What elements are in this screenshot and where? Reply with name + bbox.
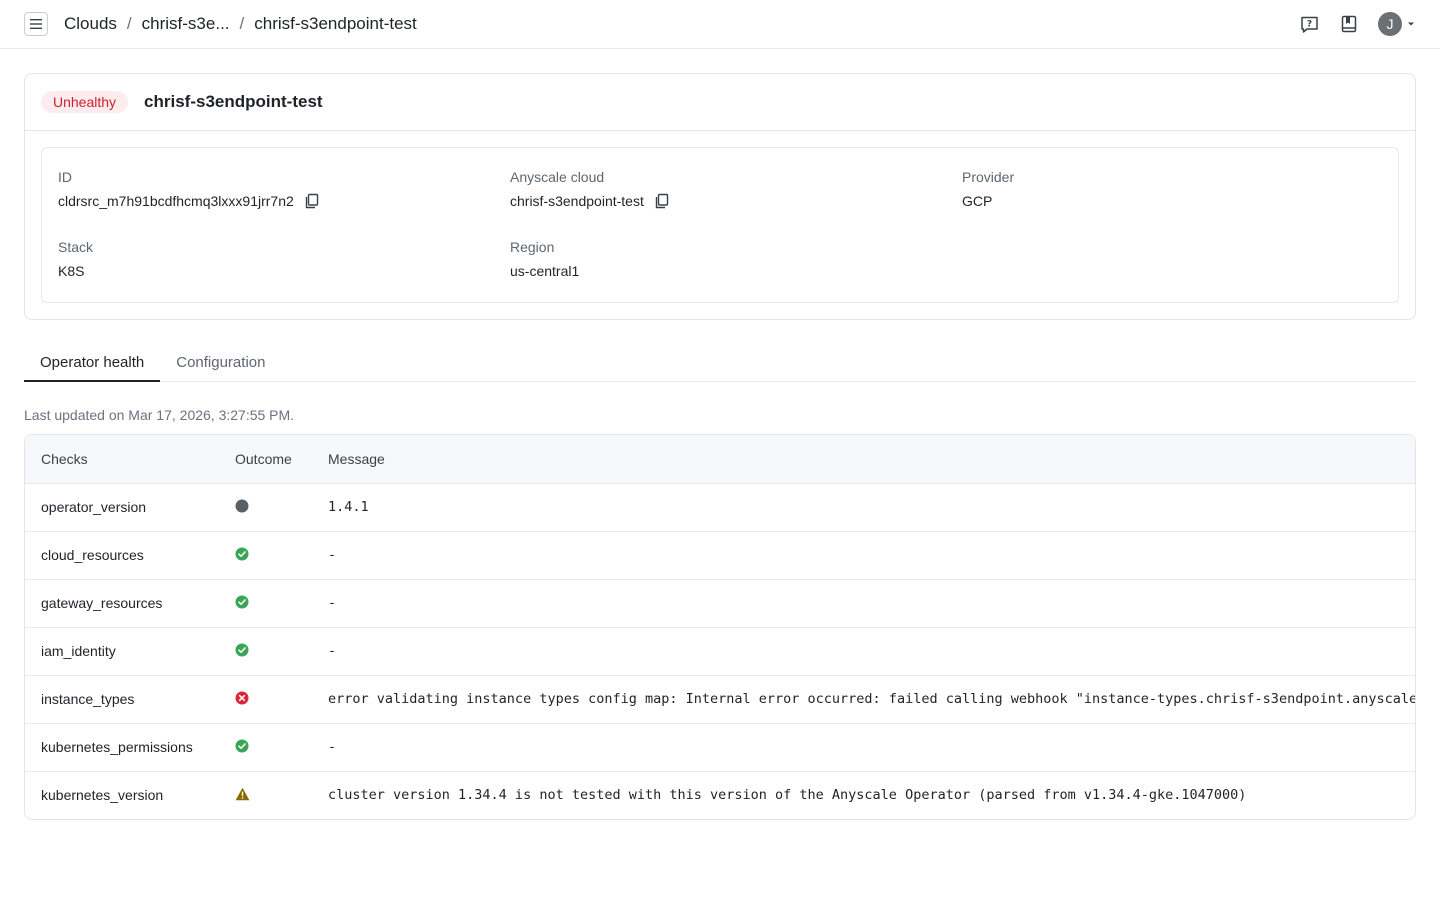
book-icon [1341, 15, 1357, 33]
outcome-cell [219, 627, 312, 676]
top-actions: ? J [1298, 12, 1416, 36]
column-header-checks: Checks [25, 435, 219, 484]
help-chat-icon: ? [1300, 16, 1318, 33]
check-message: cluster version 1.34.4 is not tested wit… [328, 787, 1247, 804]
table-row: operator_version 1.4.1 [25, 483, 1415, 532]
table-row: instance_types error validating instance … [25, 675, 1415, 724]
check-message: - [312, 723, 1415, 772]
docs-button[interactable] [1338, 13, 1360, 35]
stack-field: Stack K8S [58, 239, 93, 279]
breadcrumb: Clouds / chrisf-s3e... / chrisf-s3endpoi… [64, 13, 417, 35]
provider-field: Provider GCP [962, 169, 1014, 209]
card-header: Unhealthy chrisf-s3endpoint-test [25, 74, 1415, 131]
cloud-field: Anyscale cloud chrisf-s3endpoint-test [510, 169, 670, 209]
provider-label: Provider [962, 169, 1015, 185]
check-message: - [312, 627, 1415, 676]
cloud-value-row: chrisf-s3endpoint-test [510, 193, 670, 209]
table-row: gateway_resources - [25, 579, 1415, 628]
breadcrumb-cloud[interactable]: chrisf-s3e... [142, 14, 230, 34]
table-row: cloud_resources - [25, 531, 1415, 580]
provider-value: GCP [962, 193, 993, 209]
check-name: cloud_resources [25, 531, 219, 580]
breadcrumb-separator: / [126, 14, 132, 33]
details-panel: ID cldrsrc_m7h91bcdfhcmq3lxxx91jrr7n2 An… [41, 147, 1399, 303]
last-updated-text: Last updated on Mar 17, 2026, 3:27:55 PM… [24, 407, 295, 423]
id-value: cldrsrc_m7h91bcdfhcmq3lxxx91jrr7n2 [58, 193, 294, 209]
id-value-row: cldrsrc_m7h91bcdfhcmq3lxxx91jrr7n2 [58, 193, 320, 209]
cloud-value: chrisf-s3endpoint-test [510, 193, 644, 209]
check-message: error validating instance types config m… [312, 675, 1415, 724]
check-message: - [312, 531, 1415, 580]
stack-value: K8S [58, 263, 85, 279]
breadcrumb-current: chrisf-s3endpoint-test [254, 14, 417, 33]
region-value: us-central1 [510, 263, 580, 279]
check-circle-icon [235, 643, 249, 657]
copy-icon [305, 193, 318, 209]
health-checks-table: Checks Outcome Message operator_version 1… [24, 434, 1416, 820]
region-field: Region us-central1 [510, 239, 579, 279]
table-row: kubernetes_permissions - [25, 723, 1415, 772]
outcome-cell [219, 771, 312, 819]
stack-label: Stack [58, 239, 94, 255]
breadcrumb-clouds[interactable]: Clouds [64, 14, 117, 34]
outcome-cell [219, 531, 312, 580]
top-bar: Clouds / chrisf-s3e... / chrisf-s3endpoi… [0, 0, 1440, 49]
check-name: kubernetes_version [41, 787, 164, 804]
tab-operator-health[interactable]: Operator health [24, 344, 161, 382]
copy-cloud-button[interactable] [654, 193, 670, 209]
error-circle-icon [235, 691, 249, 705]
table-row: iam_identity - [25, 627, 1415, 676]
column-header-outcome: Outcome [219, 435, 312, 484]
check-circle-icon [235, 739, 249, 753]
check-name: instance_types [25, 675, 219, 724]
check-circle-icon [235, 547, 249, 561]
help-button[interactable]: ? [1298, 13, 1320, 35]
tab-configuration[interactable]: Configuration [160, 344, 281, 382]
cloud-label: Anyscale cloud [510, 169, 605, 185]
table-row: kubernetes_version cluster version 1.34.4… [25, 771, 1415, 819]
column-header-message: Message [312, 435, 1415, 484]
user-menu[interactable]: J [1378, 12, 1416, 36]
breadcrumb-separator: / [239, 14, 245, 33]
check-message: 1.4.1 [312, 483, 1415, 532]
copy-id-button[interactable] [304, 193, 320, 209]
id-label: ID [58, 169, 72, 185]
svg-text:?: ? [1306, 19, 1311, 29]
tab-bar: Operator health Configuration [24, 344, 1416, 382]
id-field: ID cldrsrc_m7h91bcdfhcmq3lxxx91jrr7n2 [58, 169, 320, 209]
check-circle-icon [235, 595, 249, 609]
check-name: iam_identity [25, 627, 219, 676]
page-title: chrisf-s3endpoint-test [144, 92, 323, 111]
check-message: - [312, 579, 1415, 628]
outcome-cell [219, 723, 312, 772]
outcome-cell [219, 579, 312, 628]
check-name: operator_version [25, 483, 219, 532]
cloud-resource-card: Unhealthy chrisf-s3endpoint-test ID cldr… [24, 73, 1416, 320]
avatar: J [1378, 12, 1402, 36]
copy-icon [655, 193, 669, 209]
check-name: gateway_resources [25, 579, 219, 628]
menu-toggle-button[interactable] [24, 12, 48, 36]
table-header-row: Checks Outcome Message [25, 435, 1415, 484]
region-label: Region [510, 239, 555, 255]
outcome-cell [219, 483, 312, 532]
check-name: kubernetes_permissions [25, 723, 219, 772]
hamburger-icon [30, 19, 42, 29]
status-dot-icon [235, 499, 249, 513]
caret-down-icon [1408, 22, 1414, 26]
warning-triangle-icon [235, 787, 250, 801]
outcome-cell [219, 675, 312, 724]
status-badge: Unhealthy [41, 91, 129, 113]
